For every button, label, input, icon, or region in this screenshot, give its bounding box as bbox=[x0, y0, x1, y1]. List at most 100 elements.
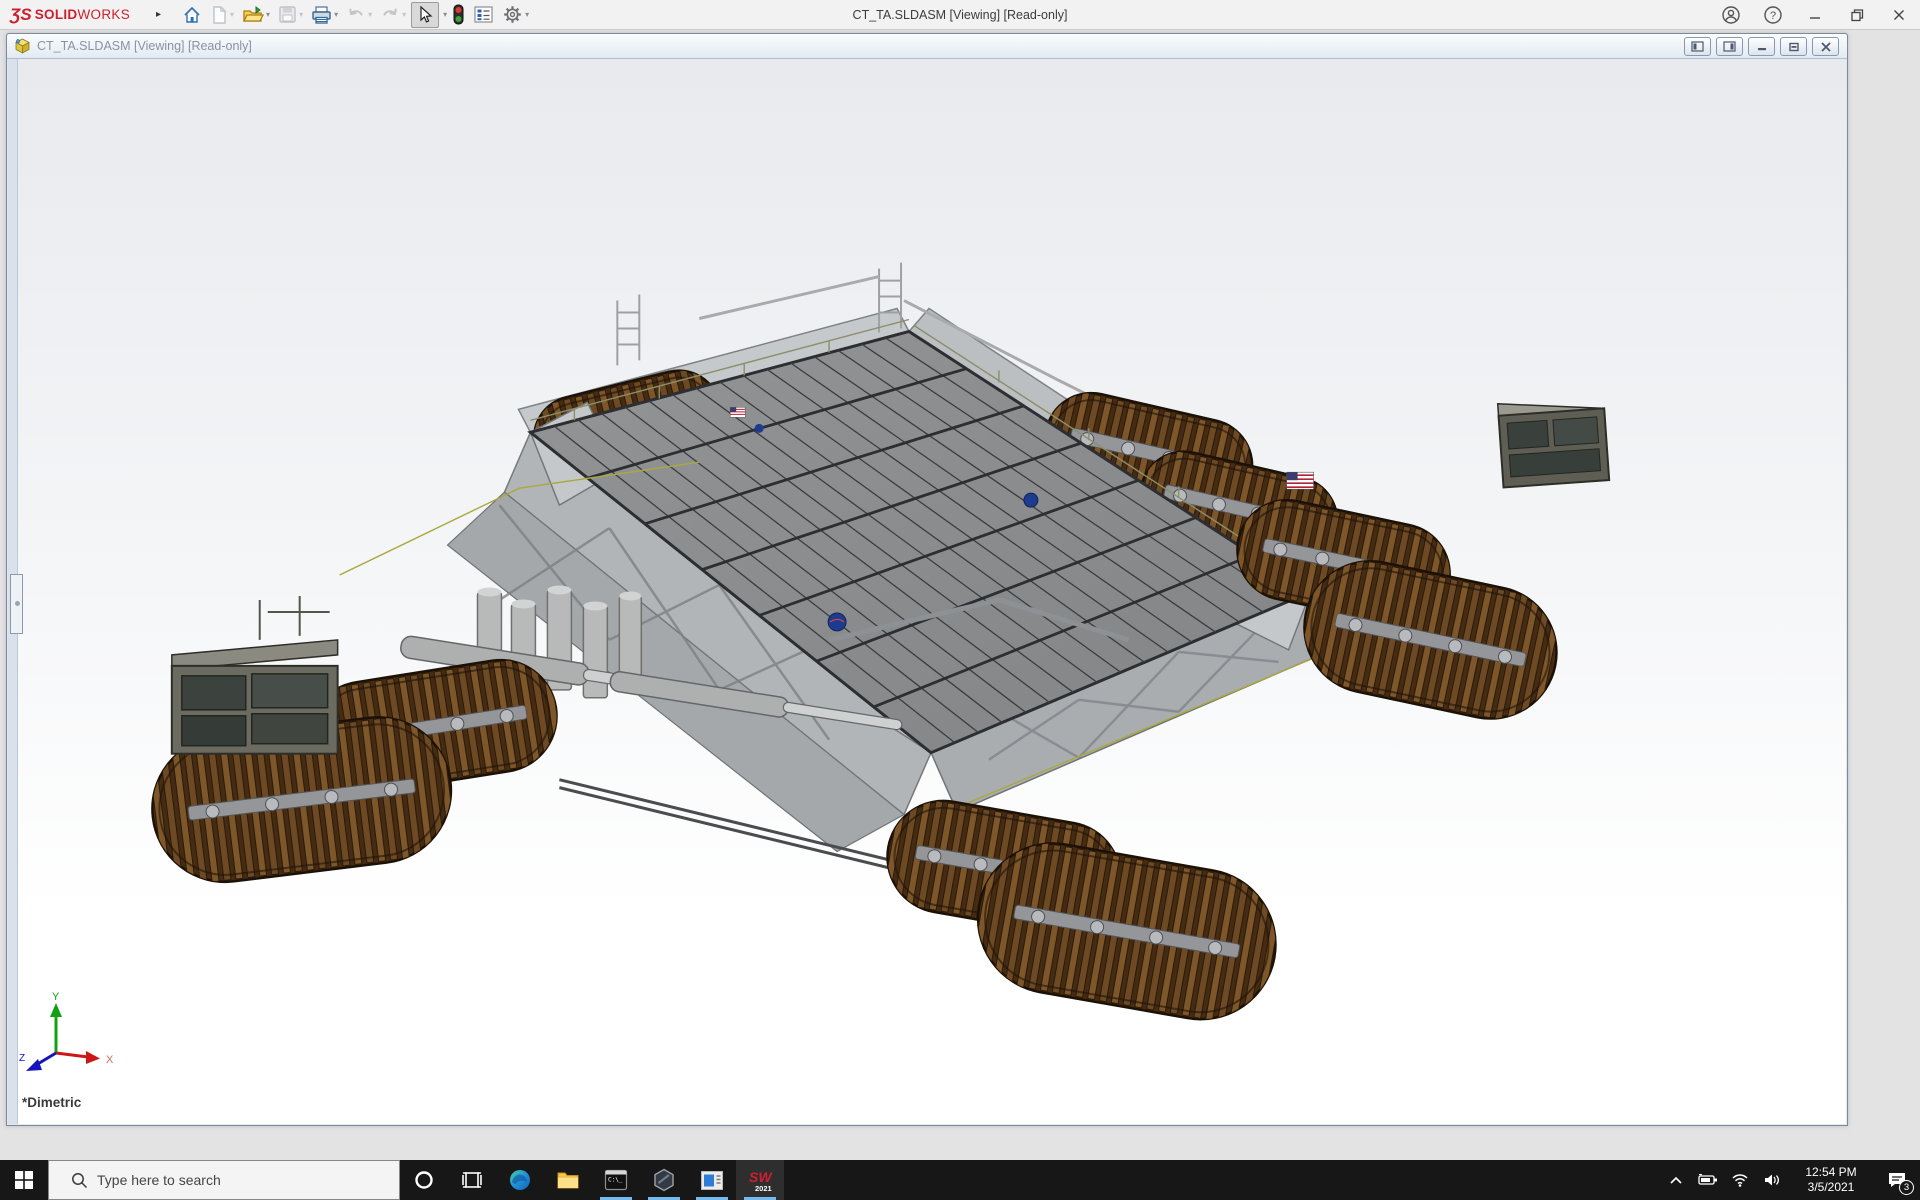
undo-icon bbox=[346, 6, 366, 24]
command-prompt-button[interactable]: C:\_ bbox=[592, 1160, 640, 1200]
system-tray: 12:54 PM 3/5/2021 3 bbox=[1660, 1160, 1920, 1200]
select-tool-button[interactable] bbox=[411, 2, 439, 28]
redo-button[interactable]: ▾ bbox=[377, 2, 409, 28]
assembly-cube-icon bbox=[14, 38, 31, 54]
task-list-icon bbox=[473, 5, 494, 24]
gear-icon bbox=[502, 4, 523, 25]
chevron-down-icon: ▾ bbox=[334, 10, 338, 19]
speaker-icon bbox=[1763, 1173, 1781, 1187]
sw-badge-text: SW bbox=[749, 1169, 773, 1185]
chevron-down-icon: ▾ bbox=[525, 10, 529, 19]
terminal-prompt-text: C:\_ bbox=[608, 1177, 623, 1184]
svg-text:?: ? bbox=[1770, 10, 1776, 22]
chevron-up-icon bbox=[1669, 1175, 1683, 1185]
pane-left-toggle-button[interactable] bbox=[1684, 37, 1711, 56]
restore-icon bbox=[1788, 42, 1800, 52]
undo-button[interactable]: ▾ bbox=[343, 2, 375, 28]
file-explorer-button[interactable] bbox=[544, 1160, 592, 1200]
help-button[interactable]: ? bbox=[1752, 0, 1794, 30]
traffic-light-icon bbox=[452, 4, 465, 25]
open-button[interactable]: ▾ bbox=[239, 2, 273, 28]
account-button[interactable] bbox=[1710, 0, 1752, 30]
battery-status-button[interactable] bbox=[1692, 1160, 1724, 1200]
terminal-icon: C:\_ bbox=[604, 1169, 628, 1191]
clock-time: 12:54 PM bbox=[1805, 1165, 1856, 1180]
select-cursor-icon bbox=[415, 5, 435, 25]
options-button[interactable]: ▾ bbox=[499, 2, 532, 28]
cortana-button[interactable] bbox=[400, 1160, 448, 1200]
close-icon bbox=[1892, 8, 1906, 22]
cortana-icon bbox=[413, 1169, 435, 1191]
volume-button[interactable] bbox=[1756, 1160, 1788, 1200]
taskbar-clock[interactable]: 12:54 PM 3/5/2021 bbox=[1788, 1160, 1874, 1200]
status-light-button[interactable] bbox=[449, 2, 468, 28]
open-folder-icon bbox=[242, 5, 264, 25]
graphics-viewport[interactable]: Y X Z *Dimetric bbox=[8, 59, 1846, 1124]
orientation-triad: Y X Z bbox=[18, 991, 118, 1076]
document-title: CT_TA.SLDASM [Viewing] [Read-only] bbox=[37, 39, 252, 53]
chevron-down-icon[interactable]: ▾ bbox=[443, 10, 447, 19]
minimize-button[interactable] bbox=[1794, 0, 1836, 30]
new-document-button[interactable]: ▾ bbox=[207, 2, 237, 28]
taskbar-search[interactable] bbox=[48, 1160, 400, 1200]
windows-taskbar: C:\_ SW 2021 12:54 PM 3/5/2021 bbox=[0, 1160, 1920, 1200]
chevron-down-icon: ▾ bbox=[402, 10, 406, 19]
us-flag-decal bbox=[1287, 472, 1314, 489]
chevron-down-icon: ▾ bbox=[230, 10, 234, 19]
minimize-icon bbox=[1808, 8, 1822, 22]
windows-logo-icon bbox=[15, 1171, 33, 1189]
pane-right-icon bbox=[1723, 41, 1736, 52]
doc-minimize-button[interactable] bbox=[1748, 37, 1775, 56]
pane-right-toggle-button[interactable] bbox=[1716, 37, 1743, 56]
quick-access-toolbar: ▾ ▾ ▾ ▾ ▾ ▾ ▾ bbox=[179, 2, 532, 28]
dassault-logo-icon: ƷS bbox=[10, 5, 32, 25]
app-titlebar: ƷS SOLID WORKS ▸ ▾ ▾ ▾ ▾ ▾ ▾ bbox=[0, 0, 1920, 30]
triad-x-label: X bbox=[106, 1054, 114, 1066]
edge-icon bbox=[508, 1168, 532, 1192]
close-button[interactable] bbox=[1878, 0, 1920, 30]
document-window: CT_TA.SLDASM [Viewing] [Read-only] bbox=[6, 33, 1848, 1126]
solidworks-taskbar-button[interactable]: SW 2021 bbox=[736, 1160, 784, 1200]
action-center-button[interactable]: 3 bbox=[1874, 1160, 1920, 1200]
hexagon-app-button[interactable] bbox=[640, 1160, 688, 1200]
save-icon bbox=[278, 5, 297, 24]
blue-window-app-button[interactable] bbox=[688, 1160, 736, 1200]
wifi-icon bbox=[1731, 1173, 1749, 1187]
document-window-controls bbox=[1684, 37, 1839, 56]
task-pane-button[interactable] bbox=[470, 2, 497, 28]
doc-close-button[interactable] bbox=[1812, 37, 1839, 56]
chevron-down-icon: ▾ bbox=[368, 10, 372, 19]
solidworks-app-icon: SW 2021 bbox=[747, 1167, 773, 1193]
blue-window-app-icon bbox=[700, 1170, 724, 1191]
app-window-controls: ? bbox=[1710, 0, 1920, 30]
redo-icon bbox=[380, 6, 400, 24]
notification-count-badge: 3 bbox=[1899, 1180, 1914, 1195]
minimize-icon bbox=[1756, 42, 1768, 52]
print-button[interactable]: ▾ bbox=[308, 2, 341, 28]
search-input[interactable] bbox=[97, 1172, 377, 1188]
restore-button[interactable] bbox=[1836, 0, 1878, 30]
restore-icon bbox=[1850, 8, 1865, 23]
user-account-icon bbox=[1721, 5, 1741, 25]
home-icon bbox=[182, 5, 202, 25]
start-button[interactable] bbox=[0, 1160, 48, 1200]
solidworks-logo: ƷS SOLID WORKS bbox=[0, 5, 150, 25]
left-operator-cab bbox=[172, 596, 338, 754]
task-view-button[interactable] bbox=[448, 1160, 496, 1200]
edge-button[interactable] bbox=[496, 1160, 544, 1200]
search-icon bbox=[71, 1172, 88, 1189]
chevron-down-icon: ▾ bbox=[266, 10, 270, 19]
pane-left-icon bbox=[1691, 41, 1704, 52]
network-status-button[interactable] bbox=[1724, 1160, 1756, 1200]
hexagon-app-icon bbox=[652, 1168, 676, 1192]
doc-restore-button[interactable] bbox=[1780, 37, 1807, 56]
triad-y-label: Y bbox=[52, 991, 60, 1003]
save-button[interactable]: ▾ bbox=[275, 2, 306, 28]
menu-flyout-arrow-icon[interactable]: ▸ bbox=[156, 9, 161, 20]
crawler-transporter-model bbox=[8, 59, 1846, 1124]
file-explorer-icon bbox=[556, 1169, 580, 1191]
document-titlebar[interactable]: CT_TA.SLDASM [Viewing] [Read-only] bbox=[7, 34, 1847, 59]
home-button[interactable] bbox=[179, 2, 205, 28]
task-view-icon bbox=[461, 1170, 483, 1190]
hidden-icons-button[interactable] bbox=[1660, 1160, 1692, 1200]
